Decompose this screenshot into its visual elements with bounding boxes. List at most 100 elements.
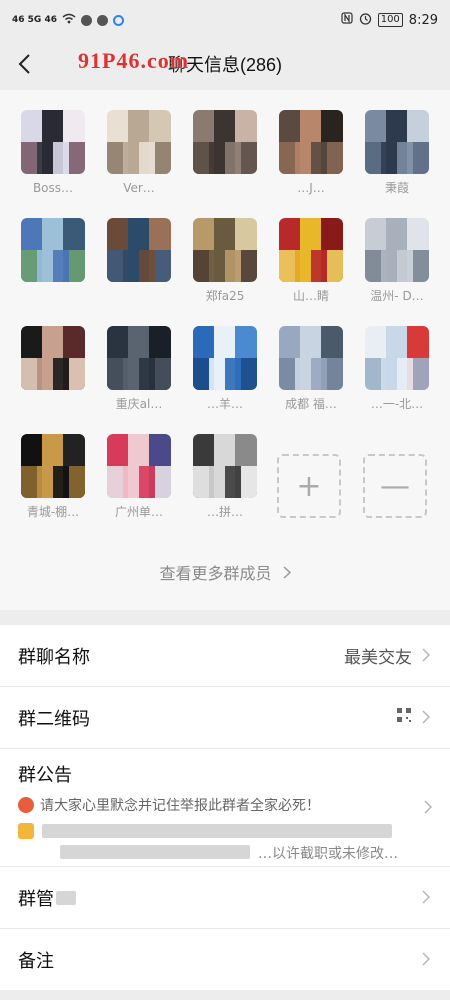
member-item[interactable]: 广州单… <box>106 434 172 520</box>
member-avatar[interactable] <box>21 110 85 174</box>
member-item[interactable]: …一-北… <box>364 326 430 412</box>
qr-code-icon <box>396 707 412 728</box>
group-name-row[interactable]: 群聊名称 最美交友 <box>0 625 450 687</box>
notes-row[interactable]: 备注 <box>0 929 450 991</box>
back-button[interactable] <box>10 50 38 78</box>
chevron-right-icon <box>422 647 432 664</box>
member-avatar[interactable] <box>193 434 257 498</box>
member-item[interactable] <box>106 218 172 304</box>
member-name: 青城-棚… <box>26 505 80 519</box>
member-name: Ver… <box>123 181 155 195</box>
member-avatar[interactable] <box>193 326 257 390</box>
member-item[interactable]: 成都 福… <box>278 326 344 412</box>
member-avatar[interactable] <box>365 326 429 390</box>
nfc-icon <box>341 12 353 28</box>
chevron-right-icon <box>422 889 432 906</box>
view-more-members-link[interactable]: 查看更多群成员 <box>0 560 450 584</box>
member-name: …拼… <box>206 505 243 519</box>
member-name: …一-北… <box>370 397 424 411</box>
member-avatar[interactable] <box>21 218 85 282</box>
member-item[interactable]: 温州- D… <box>364 218 430 304</box>
member-avatar[interactable] <box>107 326 171 390</box>
signal-indicator: 46 5G 46 <box>12 14 57 25</box>
chevron-left-icon <box>18 54 30 74</box>
member-name: 山…睛 <box>292 289 329 303</box>
member-item[interactable]: 秉葭 <box>364 110 430 196</box>
announcement-text: 请大家心里默念并记住举报此群者全家必死！ <box>40 798 320 814</box>
qr-code-label: 群二维码 <box>18 708 90 729</box>
member-panel: Boss… Ver… …J… 秉葭郑fa25 山…睛 温州- D… 重庆al… …羊… 成都 福… <box>0 90 450 610</box>
status-bar: 46 5G 46 100 8:29 <box>0 0 450 40</box>
member-item[interactable] <box>192 110 258 196</box>
status-icons-left: 46 5G 46 <box>12 13 124 27</box>
member-name: 温州- D… <box>370 289 424 303</box>
member-item[interactable]: 郑fa25 <box>192 218 258 304</box>
wifi-icon <box>62 13 76 27</box>
member-avatar[interactable] <box>193 110 257 174</box>
remove-member-button[interactable]: — <box>363 454 427 518</box>
message-icon <box>96 14 108 26</box>
warning-emoji-icon <box>18 797 34 813</box>
group-name-label: 群聊名称 <box>18 646 90 667</box>
member-item[interactable] <box>20 218 86 304</box>
clock: 8:29 <box>408 12 438 28</box>
member-avatar[interactable] <box>279 218 343 282</box>
member-avatar[interactable] <box>279 326 343 390</box>
chevron-right-icon <box>422 709 432 726</box>
redacted-text <box>42 824 392 838</box>
qr-code-row[interactable]: 群二维码 <box>0 687 450 749</box>
battery-indicator: 100 <box>377 13 403 27</box>
announcement-row[interactable]: 群公告 请大家心里默念并记住举报此群者全家必死！ …以许截职或未修改… <box>0 749 450 867</box>
announcement-text-tail: …以许截职或未修改… <box>258 846 398 862</box>
alarm-icon <box>359 12 372 29</box>
group-name-value: 最美交友 <box>344 648 412 668</box>
member-item[interactable]: 青城-棚… <box>20 434 86 520</box>
member-name: 成都 福… <box>285 397 337 411</box>
announcement-label: 群公告 <box>18 765 72 786</box>
member-avatar[interactable] <box>21 326 85 390</box>
hand-emoji-icon <box>18 823 34 839</box>
remove-member[interactable]: — <box>362 454 428 518</box>
member-item[interactable]: Boss… <box>20 110 86 196</box>
member-name: …J… <box>297 181 325 195</box>
member-name: 重庆al… <box>115 397 163 411</box>
member-item[interactable] <box>20 326 86 412</box>
member-item[interactable]: 重庆al… <box>106 326 172 412</box>
member-item[interactable]: …拼… <box>192 434 258 520</box>
member-avatar[interactable] <box>279 110 343 174</box>
add-member[interactable]: + <box>276 454 342 518</box>
member-avatar[interactable] <box>21 434 85 498</box>
member-name <box>20 396 86 412</box>
member-avatar[interactable] <box>107 218 171 282</box>
redacted-text <box>56 890 76 905</box>
member-avatar[interactable] <box>365 110 429 174</box>
chat-notification-icon <box>80 14 92 26</box>
chevron-right-icon <box>424 799 433 818</box>
settings-list: 群聊名称 最美交友 群二维码 群公告 请大家心里默念并记住举报此群者全家必死！ … <box>0 625 450 991</box>
notes-label: 备注 <box>18 950 54 971</box>
member-item[interactable]: …J… <box>278 110 344 196</box>
member-avatar[interactable] <box>107 434 171 498</box>
member-name <box>192 180 258 196</box>
chevron-right-icon <box>283 564 291 583</box>
member-name <box>106 288 172 304</box>
member-name: Boss… <box>32 181 74 195</box>
group-manage-row[interactable]: 群管 <box>0 867 450 929</box>
group-manage-label: 群管 <box>18 888 54 909</box>
announcement-line-2 <box>18 821 398 841</box>
member-item[interactable]: Ver… <box>106 110 172 196</box>
announcement-line-1: 请大家心里默念并记住举报此群者全家必死！ <box>18 795 398 815</box>
member-name: 郑fa25 <box>205 289 245 303</box>
member-item[interactable]: …羊… <box>192 326 258 412</box>
view-more-label: 查看更多群成员 <box>159 564 272 583</box>
announcement-line-3: …以许截职或未修改… <box>18 843 398 863</box>
watermark: 91P46.com <box>78 48 190 73</box>
member-avatar[interactable] <box>193 218 257 282</box>
redacted-text <box>60 845 250 859</box>
member-avatar[interactable] <box>365 218 429 282</box>
member-avatar[interactable] <box>107 110 171 174</box>
chevron-right-icon <box>422 951 432 968</box>
member-item[interactable]: 山…睛 <box>278 218 344 304</box>
add-member-button[interactable]: + <box>277 454 341 518</box>
header: 聊天信息(286) <box>0 40 450 88</box>
